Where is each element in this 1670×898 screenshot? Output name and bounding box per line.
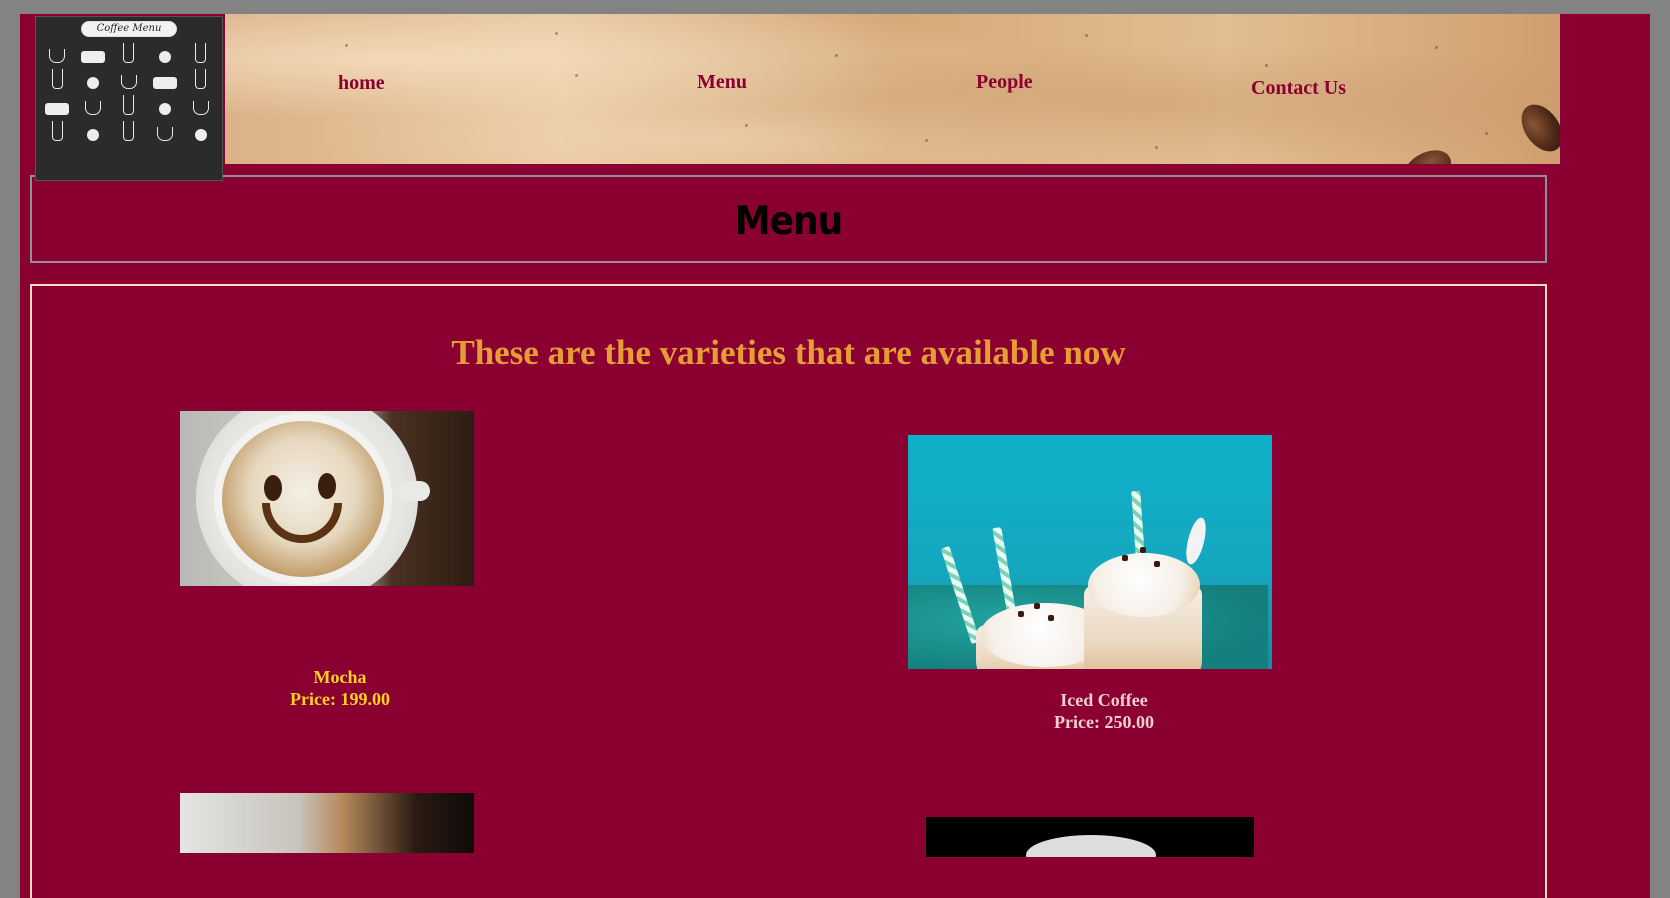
milk-icon <box>149 93 180 115</box>
page-title-box: Menu <box>30 175 1547 263</box>
nav-menu[interactable]: Menu <box>697 71 747 94</box>
speck <box>925 139 928 142</box>
logo-cup-grid <box>42 41 216 141</box>
espresso-image[interactable] <box>180 793 474 853</box>
chocolate-shaving <box>1018 611 1024 617</box>
chocolate-shaving <box>1122 555 1128 561</box>
latte-eye <box>264 475 282 501</box>
cup-icon <box>42 119 73 141</box>
chocolate-shaving <box>1154 561 1160 567</box>
speck <box>1085 34 1088 37</box>
cup-icon <box>114 93 145 115</box>
latte-art <box>214 413 392 585</box>
speck <box>555 32 558 35</box>
speck <box>575 74 578 77</box>
speck <box>1265 64 1268 67</box>
latte-eye <box>318 473 336 499</box>
page-title: Menu <box>734 198 844 245</box>
header-paper-background <box>225 14 1560 164</box>
speck <box>1485 132 1488 135</box>
chocolate-shaving <box>1048 615 1054 621</box>
logo-title: Coffee Menu <box>81 21 177 37</box>
speck <box>1435 46 1438 49</box>
coffee-bean-image <box>1513 96 1560 160</box>
cup-icon <box>185 93 216 115</box>
label-icon <box>42 93 73 115</box>
speck <box>1155 146 1158 149</box>
cup-icon <box>42 41 73 63</box>
nav-contact-us[interactable]: Contact Us <box>1251 77 1346 100</box>
cup-icon <box>114 119 145 141</box>
menu-subtitle: These are the varieties that are availab… <box>451 333 1126 372</box>
mocha-image[interactable] <box>180 411 474 586</box>
milk-icon <box>149 41 180 63</box>
cup-icon <box>42 67 73 89</box>
coffee-menu-logo[interactable]: Coffee Menu <box>35 16 223 181</box>
cup-rim <box>1026 835 1156 857</box>
menu-content: These are the varieties that are availab… <box>30 284 1547 898</box>
nav-home[interactable]: home <box>338 72 385 95</box>
label-icon <box>78 41 109 63</box>
latte-smile <box>262 503 342 543</box>
milk-icon <box>78 119 109 141</box>
cup-icon <box>114 41 145 63</box>
milk-icon <box>185 119 216 141</box>
cup-icon <box>78 93 109 115</box>
cup-icon <box>185 67 216 89</box>
header: Coffee Menu home Menu People Contact Us <box>20 14 1650 181</box>
speck <box>745 124 748 127</box>
cup-handle <box>398 481 430 501</box>
item-name: Iced Coffee <box>1060 690 1148 710</box>
cup-icon <box>149 119 180 141</box>
cup-icon <box>114 67 145 89</box>
cup-icon <box>185 41 216 63</box>
chocolate-shaving <box>1140 547 1146 553</box>
label-icon <box>149 67 180 89</box>
iced-coffee-image[interactable] <box>908 435 1272 669</box>
item-price: Price: 250.00 <box>1054 712 1154 732</box>
coffee-bean-image <box>1395 142 1459 164</box>
item-name: Mocha <box>313 667 367 687</box>
item-price: Price: 199.00 <box>290 689 390 709</box>
dark-coffee-image[interactable] <box>926 817 1254 857</box>
nav-people[interactable]: People <box>976 71 1033 94</box>
milk-icon <box>78 67 109 89</box>
speck <box>835 54 838 57</box>
spoon <box>1182 515 1210 567</box>
page: Coffee Menu home Menu People Contact Us … <box>20 14 1650 898</box>
whipped-cream <box>1088 553 1200 617</box>
speck <box>345 44 348 47</box>
iced-coffee-caption: Iced Coffee Price: 250.00 <box>954 689 1254 733</box>
chocolate-shaving <box>1034 603 1040 609</box>
mocha-caption: Mocha Price: 199.00 <box>190 666 490 710</box>
